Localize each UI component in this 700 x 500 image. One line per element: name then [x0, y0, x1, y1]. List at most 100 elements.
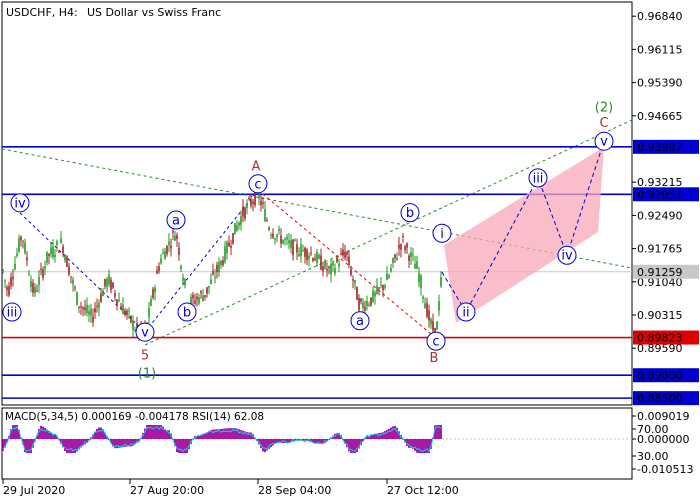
wave-label-text: i	[440, 227, 444, 242]
wave-label-3: 5	[141, 349, 149, 364]
candle-body	[432, 321, 434, 331]
macd-bar	[202, 434, 204, 439]
macd-bar	[74, 439, 76, 453]
candle-body	[168, 241, 170, 246]
candle-body	[394, 254, 396, 258]
macd-bar	[30, 439, 32, 453]
macd-bar	[408, 439, 410, 448]
candle-body	[360, 298, 362, 302]
macd-bar	[396, 427, 398, 439]
candle-body	[242, 206, 244, 217]
candle-body	[184, 278, 186, 286]
candle-body	[428, 310, 430, 321]
candle-body	[372, 290, 374, 302]
candle-body	[108, 274, 110, 285]
wave-label-text: (2)	[595, 100, 613, 115]
candle-body	[94, 308, 96, 313]
candle-body	[410, 251, 412, 258]
candle-body	[216, 264, 218, 273]
candle-body	[124, 310, 126, 315]
candle-body	[344, 251, 346, 258]
macd-bar	[214, 429, 216, 439]
candle-body	[260, 200, 262, 206]
candle-body	[196, 296, 198, 300]
candle-body	[162, 252, 164, 254]
macd-bar	[234, 428, 236, 439]
macd-bar	[168, 430, 170, 439]
macd-bar	[124, 439, 126, 447]
wave-label-text: iii	[7, 306, 18, 321]
level-tag-text: 0.91259	[637, 266, 683, 279]
candle-body	[386, 273, 388, 281]
candle-body	[420, 275, 422, 289]
candle-body	[330, 264, 332, 275]
macd-bar	[152, 425, 154, 439]
candle-body	[156, 270, 158, 274]
macd-bar	[148, 425, 150, 439]
candle-body	[272, 233, 274, 238]
candle-body	[326, 268, 328, 271]
candle-body	[220, 260, 222, 266]
candle-body	[88, 311, 90, 315]
wave-label-0: iv	[10, 193, 30, 213]
candle-body	[114, 293, 116, 297]
candle-body	[374, 292, 376, 297]
candle-body	[412, 254, 414, 256]
time-tick-label: 29 Jul 2020	[3, 484, 65, 497]
candle-body	[172, 230, 174, 233]
candle-body	[268, 227, 270, 230]
macd-bar	[250, 432, 252, 439]
forecast-layer	[441, 141, 605, 323]
wave-label-text: b	[183, 306, 191, 321]
macd-bar	[212, 429, 214, 439]
candle-body	[148, 307, 150, 317]
candle-body	[232, 233, 234, 244]
candle-body	[304, 247, 306, 257]
price-tick-label: 0.93215	[637, 176, 683, 189]
price-tick-label: 0.96115	[637, 43, 683, 56]
candle-body	[278, 228, 280, 231]
price-tick-label: 0.91765	[637, 243, 683, 256]
wave-label-text: A	[252, 159, 261, 174]
level-tag-3: 0.89823	[633, 330, 699, 345]
candle-body	[10, 277, 12, 286]
candle-body	[354, 279, 356, 284]
candle-body	[202, 295, 204, 302]
candle-body	[350, 269, 352, 276]
candle-body	[230, 246, 232, 248]
candle-body	[40, 268, 42, 270]
indicator-tick-label: 0.000000	[637, 433, 690, 446]
macd-bar	[248, 432, 250, 439]
macd-bar	[372, 434, 374, 439]
candle-body	[30, 281, 32, 287]
candle-body	[178, 247, 180, 256]
wave-label-text: ii	[462, 306, 469, 321]
candle-body	[348, 256, 350, 265]
candle-body	[198, 297, 200, 304]
macd-bar	[414, 439, 416, 451]
wave-label-12: B	[430, 351, 439, 366]
macd-bar	[426, 439, 428, 453]
macd-bar	[200, 435, 202, 439]
time-tick-label: 27 Aug 20:00	[130, 484, 204, 497]
candle-body	[426, 303, 428, 317]
macd-bar	[390, 427, 392, 439]
candle-body	[70, 276, 72, 278]
level-tag-text: 0.92951	[637, 188, 683, 201]
macd-bar	[382, 432, 384, 439]
macd-bar	[178, 439, 180, 453]
candle-body	[376, 285, 378, 294]
candle-body	[422, 296, 424, 299]
macd-bar	[224, 428, 226, 439]
macd-bar	[264, 439, 266, 453]
macd-bar	[42, 426, 44, 439]
candle-body	[54, 254, 56, 257]
candle-body	[334, 268, 336, 274]
level-tag-4: 0.89000	[633, 368, 699, 383]
candle-body	[2, 270, 4, 272]
candle-body	[86, 304, 88, 313]
candle-body	[296, 244, 298, 253]
wave-label-text: iii	[533, 171, 544, 186]
candle-body	[56, 241, 58, 245]
macd-bar	[184, 439, 186, 453]
